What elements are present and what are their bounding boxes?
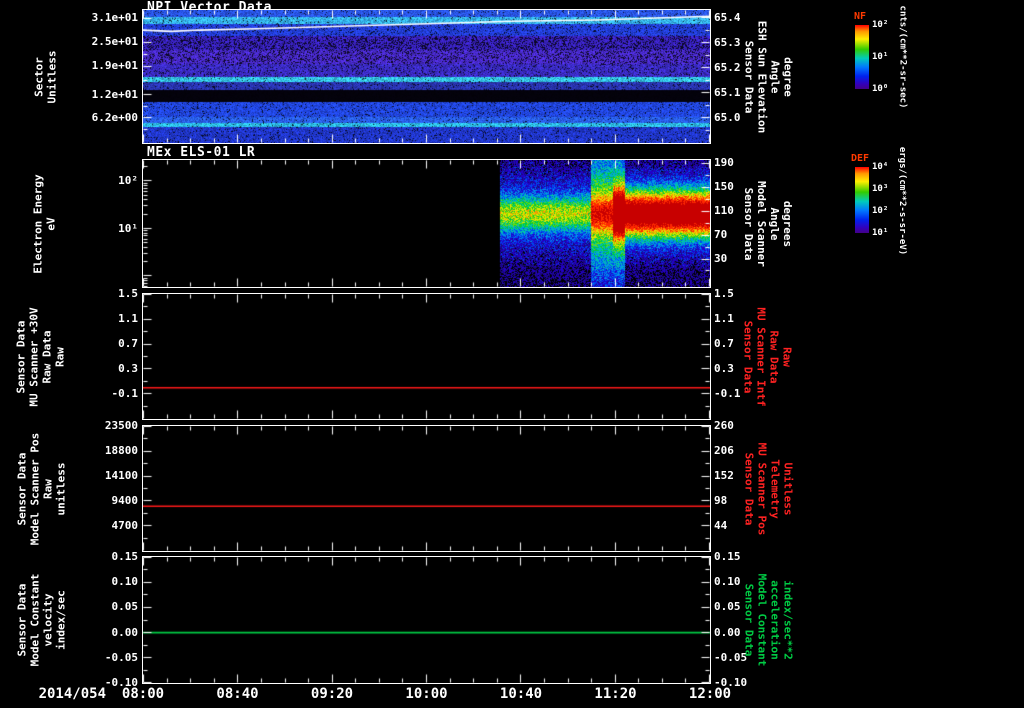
panel-3-y-tick-label: -0.1 (111, 387, 139, 400)
panel-5-right-axis-title-text: index/sec**2 acceleration Model Constant… (742, 573, 794, 667)
panel-5-y-tick-label: 0.15 (111, 550, 139, 563)
panel-2-title: MEx ELS-01 LR (147, 145, 256, 160)
panel-4-right-axis-title-text: Unitless Telemetry MU Scanner Pos Sensor… (742, 442, 794, 535)
panel-1-y-tick-label: 3.1e+01 (91, 11, 138, 25)
nf-colorbar-tick-label: 10⁰ (872, 84, 889, 94)
panel-5-y-tick-label: -0.05 (104, 650, 138, 664)
nf-colorbar-tick-label: 10¹ (872, 52, 889, 62)
panel-1-right-axis-title: degree Angle ESH Sun Elevation Sensor Da… (736, 10, 800, 143)
panel-3-left-axis-title-text: Sensor Data MU Scanner +30V Raw Data Raw (15, 306, 67, 407)
nf-colorbar-gradient (855, 25, 869, 89)
panel-4-plot (142, 425, 711, 552)
panel-3-left-axis-title: Sensor Data MU Scanner +30V Raw Data Raw (12, 294, 70, 419)
x-tick-label: 10:40 (499, 686, 543, 702)
panel-4-left-axis-title-text: Sensor Data Model Scanner Pos Raw unitle… (15, 432, 67, 545)
def-colorbar-tick-label: 10¹ (872, 228, 889, 238)
def-colorbar-tick-label: 10³ (872, 184, 889, 194)
panel-4-y-tick-label: 23500 (104, 419, 138, 432)
panel-1-spectrogram (142, 9, 711, 144)
panel-1-left-axis-title: Sector Unitless (26, 10, 64, 143)
panel-3-y-tick-label: 0.7 (118, 337, 138, 350)
panel-2-right-axis-title: degrees Angle Model Scanner Sensor Data (736, 160, 800, 287)
def-colorbar-tick-label: 10² (872, 206, 889, 216)
def-colorbar-gradient (855, 167, 869, 233)
panel-3-y-tick-label: 1.5 (118, 287, 138, 300)
panel-3-plot (142, 293, 711, 420)
panel-2-left-axis-title-text: Electron Energy eV (32, 173, 58, 274)
panel-3-y-tick-label: 0.3 (118, 362, 138, 375)
panel-1-y-tick-label: 6.2e+00 (91, 111, 138, 124)
panel-5-left-axis-title-text: Sensor Data Model Constant velocity inde… (15, 573, 67, 667)
panel-4-y-tick-label: 4700 (111, 519, 139, 532)
panel-5-plot (142, 556, 711, 684)
panel-1-y-tick-label: 1.9e+01 (91, 59, 138, 73)
panel-5-y-tick-label: 0.05 (111, 600, 139, 614)
panel-5-right-axis-title: index/sec**2 acceleration Model Constant… (736, 557, 800, 683)
nf-colorbar-title: NF (854, 11, 867, 22)
panel-4-y-tick-label: 14100 (104, 469, 138, 482)
def-colorbar-title: DEF (851, 153, 870, 164)
cdf-plot-screen: NPI Vector Data MEx ELS-01 LR NF cnts/(c… (0, 0, 1024, 708)
panel-2-left-axis-title: Electron Energy eV (26, 160, 64, 287)
panel-5-left-axis-title: Sensor Data Model Constant velocity inde… (12, 557, 70, 683)
panel-3-y-tick-label: 1.1 (118, 312, 138, 325)
def-colorbar-tick-label: 10⁴ (872, 162, 889, 172)
x-tick-label: 11:20 (594, 686, 637, 702)
panel-2-y-tick-label: 10¹ (118, 221, 138, 235)
panel-2-right-axis-title-text: degrees Angle Model Scanner Sensor Data (742, 180, 794, 267)
panel-1-y-tick-label: 1.2e+01 (91, 87, 138, 101)
x-tick-label: 08:00 (121, 686, 165, 702)
date-label: 2014/054 (38, 686, 106, 702)
panel-2-spectrogram (142, 159, 711, 288)
nf-colorbar-tick-label: 10² (872, 20, 889, 30)
panel-1-y-tick-label: 2.5e+01 (91, 35, 138, 49)
panel-3-right-axis-title-text: Raw Raw Data MU Scanner Intf Sensor Data (742, 306, 794, 407)
x-tick-label: 10:00 (405, 686, 448, 702)
panel-5-y-tick-label: 0.10 (111, 575, 139, 589)
panel-1-left-axis-title-text: Sector Unitless (32, 50, 59, 103)
panel-4-y-tick-label: 9400 (111, 494, 139, 507)
panel-3-right-axis-title: Raw Raw Data MU Scanner Intf Sensor Data (736, 294, 800, 419)
x-tick-label: 12:00 (688, 686, 732, 702)
panel-5-y-tick-label: 0.00 (111, 625, 139, 639)
x-tick-label: 08:40 (216, 686, 259, 702)
panel-2-y-tick-label: 10² (118, 173, 138, 187)
panel-4-left-axis-title: Sensor Data Model Scanner Pos Raw unitle… (12, 426, 70, 551)
x-tick-label: 09:20 (310, 686, 354, 702)
panel-4-right-axis-title: Unitless Telemetry MU Scanner Pos Sensor… (736, 426, 800, 551)
panel-4-y-tick-label: 18800 (104, 444, 138, 457)
panel-1-right-axis-title-text: degree Angle ESH Sun Elevation Sensor Da… (742, 20, 794, 133)
